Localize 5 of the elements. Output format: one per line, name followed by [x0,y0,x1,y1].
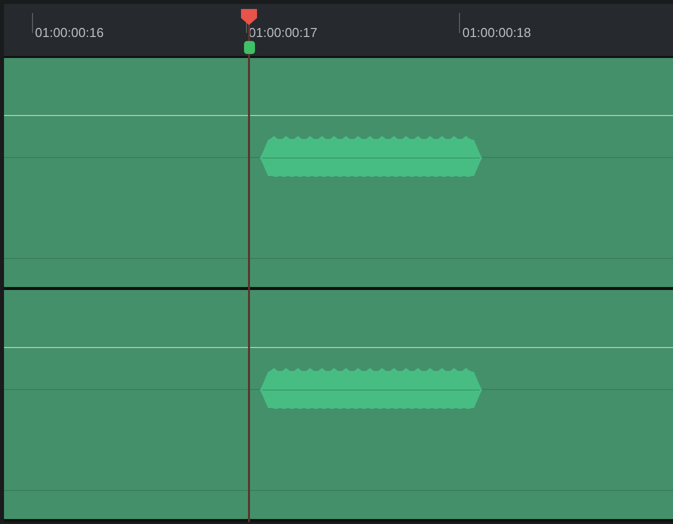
timecode-label: 01:00:00:16 [35,25,104,40]
playhead-icon[interactable] [241,9,257,25]
timecode-label: 01:00:00:17 [248,25,318,40]
timecode-label: 01:00:00:18 [462,25,532,40]
marker-icon [244,41,255,54]
